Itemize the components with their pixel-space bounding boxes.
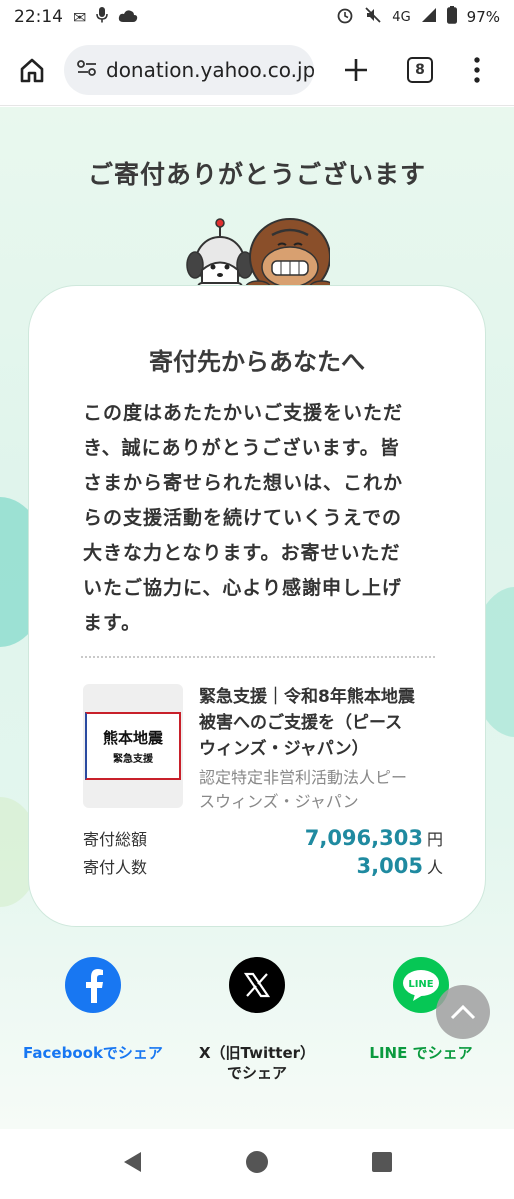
recents-button[interactable]: [371, 1151, 393, 1177]
total-amount-row: 寄付総額 7,096,303 円: [83, 826, 443, 852]
battery-icon: [446, 6, 457, 28]
donor-count-row: 寄付人数 3,005 人: [83, 854, 443, 880]
cloud-icon: [118, 8, 138, 27]
x-share-button[interactable]: X（旧Twitter） でシェア: [172, 957, 342, 1083]
facebook-share-button[interactable]: Facebookでシェア: [8, 957, 178, 1063]
donation-complete-page: ご寄付ありがとうございます 寄付先からあなたへ この度はあたたかいご支援をいただ…: [0, 107, 514, 1129]
thank-you-card: 寄付先からあなたへ この度はあたたかいご支援をいただ き、誠にありがとうございま…: [28, 285, 486, 927]
project-title-line: 緊急支援｜令和8年熊本地震: [199, 687, 415, 707]
card-title: 寄付先からあなたへ: [149, 348, 365, 376]
status-time: 22:14: [14, 7, 63, 27]
message-line: この度はあたたかいご支援をいただ: [83, 402, 404, 424]
line-share-label: LINE でシェア: [369, 1044, 473, 1062]
back-triangle-icon: [124, 1152, 141, 1172]
thank-you-message: この度はあたたかいご支援をいただ き、誠にありがとうございます。皆 さまから寄せ…: [83, 396, 439, 641]
mute-icon: [364, 6, 382, 28]
divider: [81, 656, 435, 658]
banner-subtitle: 緊急支援: [113, 754, 153, 765]
message-line: いたご協力に、心より感謝申し上げ: [83, 577, 403, 599]
address-bar[interactable]: donation.yahoo.co.jp: [64, 44, 314, 95]
donor-count-value: 3,005: [356, 854, 423, 878]
donor-count-unit: 人: [426, 858, 443, 877]
overflow-menu-button[interactable]: [462, 48, 492, 92]
x-share-label-line: でシェア: [226, 1064, 287, 1082]
new-tab-button[interactable]: [334, 48, 378, 92]
message-line: らの支援活動を続けていくうえでの: [83, 507, 403, 529]
system-navigation-bar: [0, 1129, 514, 1199]
x-logo-icon: [229, 957, 285, 1013]
gmail-icon: ✉: [73, 7, 87, 27]
org-line: スウィンズ・ジャパン: [199, 792, 359, 811]
battery-level: 97%: [466, 8, 500, 26]
project-title-line: ウィンズ・ジャパン）: [199, 739, 369, 759]
home-nav-button[interactable]: [245, 1150, 269, 1178]
total-amount-value: 7,096,303: [304, 826, 423, 850]
project-organization: 認定特定非営利活動法人ピー スウィンズ・ジャパン: [199, 766, 439, 814]
site-settings-icon[interactable]: [76, 58, 98, 82]
project-title-link[interactable]: 緊急支援｜令和8年熊本地震 被害へのご支援を（ピース ウィンズ・ジャパン）: [199, 684, 439, 762]
microphone-icon: [96, 7, 109, 27]
recents-square-icon: [372, 1152, 392, 1172]
total-amount-label: 寄付総額: [83, 830, 148, 849]
tab-count: 8: [407, 56, 433, 83]
network-type: 4G: [392, 9, 411, 25]
home-icon: [20, 58, 44, 82]
message-line: さまから寄せられた想いは、これか: [83, 472, 404, 494]
facebook-share-label: Facebookでシェア: [23, 1044, 163, 1062]
signal-icon: [421, 7, 437, 27]
x-share-label: X（旧Twitter） でシェア: [172, 1043, 342, 1083]
donor-count-label: 寄付人数: [83, 858, 148, 877]
project-banner: 熊本地震 緊急支援: [85, 712, 181, 780]
more-vert-icon: [474, 56, 480, 83]
alarm-icon: [336, 6, 354, 28]
browser-toolbar: donation.yahoo.co.jp 8: [0, 34, 514, 106]
home-circle-icon: [246, 1151, 268, 1173]
plus-icon: [345, 58, 367, 81]
message-line: き、誠にありがとうございます。皆: [83, 437, 400, 459]
message-line: ます。: [83, 612, 142, 634]
share-section: Facebookでシェア X（旧Twitter） でシェア LINE LINE …: [0, 957, 514, 1087]
project-thumbnail[interactable]: 熊本地震 緊急支援: [83, 684, 183, 808]
back-button[interactable]: [121, 1150, 143, 1178]
page-heading: ご寄付ありがとうございます: [87, 160, 426, 189]
url-text: donation.yahoo.co.jp: [106, 57, 314, 82]
facebook-icon: [65, 957, 121, 1013]
home-button[interactable]: [10, 48, 54, 92]
project-title-line: 被害へのご支援を（ピース: [199, 713, 403, 733]
svg-text:LINE: LINE: [408, 979, 433, 990]
scroll-to-top-button[interactable]: [436, 985, 490, 1039]
banner-title: 熊本地震: [102, 729, 163, 747]
mascot-illustration: [186, 218, 330, 295]
chevron-up-icon: [450, 1004, 476, 1020]
status-bar: 22:14 ✉ 4G 97%: [0, 0, 514, 34]
x-share-label-line: X（旧Twitter）: [198, 1044, 316, 1062]
total-amount-unit: 円: [426, 830, 443, 849]
org-line: 認定特定非営利活動法人ピー: [199, 768, 408, 787]
tab-switcher-button[interactable]: 8: [398, 48, 442, 92]
message-line: 大きな力となります。お寄せいただ: [83, 542, 401, 564]
